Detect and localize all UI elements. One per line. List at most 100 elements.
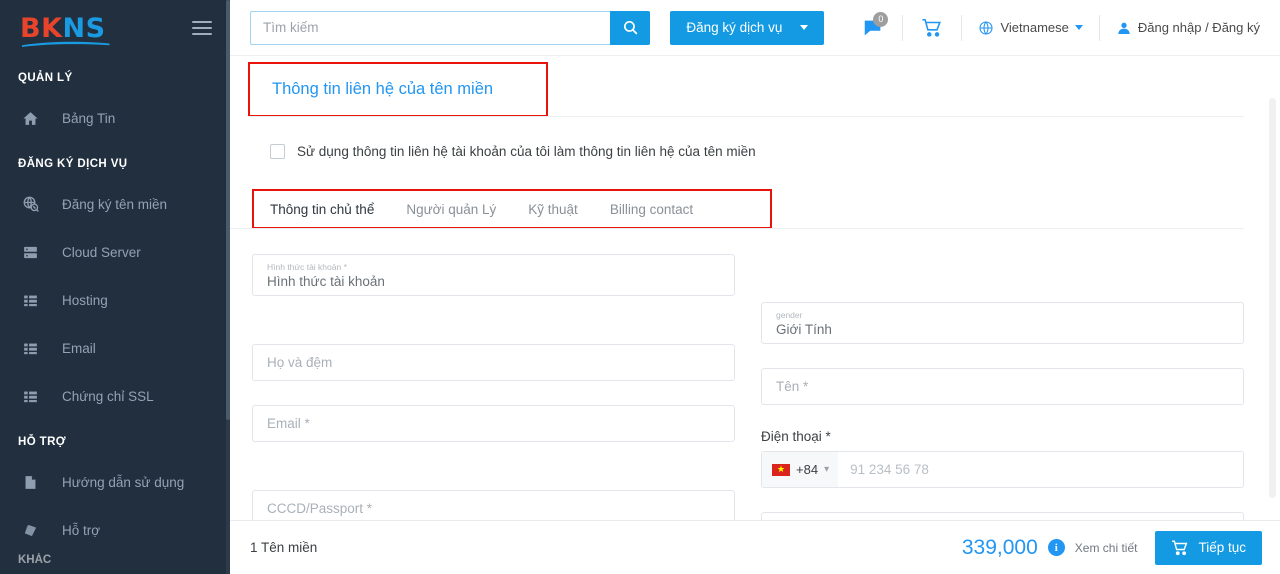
account-type-floating-label: Hình thức tài khoản * bbox=[267, 262, 347, 272]
domain-search-icon bbox=[22, 195, 48, 213]
gender-floating-label: gender bbox=[776, 310, 803, 320]
cart-icon bbox=[922, 18, 942, 37]
tab-thong-tin-chu-the[interactable]: Thông tin chủ thể bbox=[254, 202, 390, 217]
sidebar-item-dang-ky-ten-mien[interactable]: Đăng ký tên miền bbox=[0, 180, 230, 228]
first-name-placeholder: Tên * bbox=[776, 379, 809, 394]
last-name-placeholder: Họ và đệm bbox=[267, 355, 333, 370]
divider bbox=[902, 14, 904, 41]
id-number-placeholder: CCCD/Passport * bbox=[267, 501, 373, 516]
top-navigation-bar: Đăng ký dịch vụ 0 bbox=[230, 0, 1280, 56]
list-icon bbox=[22, 292, 48, 309]
id-number-field[interactable]: CCCD/Passport * bbox=[252, 490, 735, 520]
sidebar-section-ho-tro: HỖ TRỢ bbox=[18, 436, 66, 448]
sidebar-item-cloud-server[interactable]: Cloud Server bbox=[0, 228, 230, 276]
sidebar-item-huong-dan-su-dung[interactable]: Hướng dẫn sử dụng bbox=[0, 458, 230, 506]
gender-select[interactable]: gender Giới Tính bbox=[761, 302, 1244, 344]
globe-icon bbox=[979, 20, 993, 35]
server-icon bbox=[22, 244, 48, 261]
email-placeholder: Email * bbox=[267, 416, 310, 431]
total-price: 339,000 bbox=[961, 535, 1038, 559]
gender-value: Giới Tính bbox=[776, 322, 832, 337]
register-service-button[interactable]: Đăng ký dịch vụ bbox=[670, 10, 825, 45]
notifications-button[interactable]: 0 bbox=[846, 8, 900, 48]
content-scrollbar[interactable] bbox=[1269, 56, 1276, 520]
sidebar-item-hosting[interactable]: Hosting bbox=[0, 276, 230, 324]
tab-nguoi-quan-ly[interactable]: Người quản Lý bbox=[390, 202, 512, 217]
content-scrollbar-thumb[interactable] bbox=[1269, 98, 1276, 498]
home-icon bbox=[22, 110, 48, 127]
phone-label: Điện thoại * bbox=[761, 429, 831, 444]
continue-label: Tiếp tục bbox=[1198, 540, 1246, 555]
last-name-field[interactable]: Họ và đệm bbox=[252, 344, 735, 381]
search-button[interactable] bbox=[610, 10, 650, 45]
country-code-selector[interactable]: ★ +84 ▾ bbox=[762, 452, 839, 487]
cart-button[interactable] bbox=[905, 8, 959, 48]
chevron-down-icon: ▾ bbox=[824, 464, 830, 475]
first-name-field[interactable]: Tên * bbox=[761, 368, 1244, 405]
logo-swoosh-icon bbox=[22, 41, 110, 47]
main-area: Đăng ký dịch vụ 0 bbox=[230, 0, 1280, 574]
use-account-info-row[interactable]: Sử dụng thông tin liên hệ tài khoản của … bbox=[270, 144, 1262, 159]
search-box bbox=[250, 10, 650, 45]
chevron-down-icon bbox=[1074, 25, 1083, 30]
phone-input[interactable] bbox=[838, 462, 1243, 477]
language-selector[interactable]: Vietnamese bbox=[964, 8, 1096, 48]
sidebar-toggle-button[interactable] bbox=[192, 21, 212, 35]
account-type-select[interactable]: Hình thức tài khoản * Hình thức tài khoả… bbox=[252, 254, 735, 296]
continue-button[interactable]: Tiếp tục bbox=[1155, 530, 1262, 565]
tab-billing-contact[interactable]: Billing contact bbox=[594, 202, 709, 217]
list-icon bbox=[22, 340, 48, 357]
document-icon bbox=[22, 474, 48, 491]
search-input[interactable] bbox=[250, 10, 610, 45]
sidebar-item-bang-tin[interactable]: Bảng Tin bbox=[0, 94, 230, 142]
divider bbox=[1098, 14, 1100, 41]
search-icon bbox=[623, 20, 637, 35]
tab-ky-thuat[interactable]: Kỹ thuật bbox=[512, 202, 594, 217]
support-icon bbox=[22, 522, 48, 539]
contact-form: Hình thức tài khoản * Hình thức tài khoả… bbox=[230, 230, 1262, 520]
phone-field[interactable]: ★ +84 ▾ bbox=[761, 451, 1244, 488]
contact-tabs-highlight: Thông tin chủ thể Người quản Lý Kỹ thuật… bbox=[252, 189, 772, 229]
vietnam-flag-icon: ★ bbox=[772, 463, 790, 476]
sidebar-item-label: Hosting bbox=[62, 292, 108, 308]
top-navigation-right: Đăng ký dịch vụ 0 Vietnamese Đăng nhập /… bbox=[670, 8, 1266, 48]
brand-logo[interactable]: BKNS bbox=[20, 15, 110, 47]
sidebar-item-email[interactable]: Email bbox=[0, 324, 230, 372]
sidebar-item-label: Chứng chỉ SSL bbox=[62, 388, 154, 404]
use-account-info-checkbox[interactable] bbox=[270, 144, 285, 159]
sidebar-section-quan-ly: QUẢN LÝ bbox=[18, 72, 73, 84]
sidebar-item-chung-chi-ssl[interactable]: Chứng chỉ SSL bbox=[0, 372, 230, 420]
form-column-right: gender Giới Tính Tên * Điện thoại * ★ +8… bbox=[761, 254, 1244, 520]
birthday-field[interactable]: Ngày sinh (ngày-tháng-năm) bbox=[761, 512, 1244, 520]
sidebar-item-label: Email bbox=[62, 340, 96, 356]
email-field[interactable]: Email * bbox=[252, 405, 735, 442]
view-detail-link[interactable]: Xem chi tiết bbox=[1075, 541, 1138, 555]
list-icon bbox=[22, 388, 48, 405]
panel-title-highlight: Thông tin liên hệ của tên miền bbox=[248, 62, 548, 117]
divider bbox=[248, 116, 1244, 117]
account-button[interactable]: Đăng nhập / Đăng ký bbox=[1102, 8, 1266, 48]
app-root: BKNS QUẢN LÝ Bảng Tin ĐĂNG KÝ DỊCH VỤ Đă… bbox=[0, 0, 1280, 574]
sidebar: BKNS QUẢN LÝ Bảng Tin ĐĂNG KÝ DỊCH VỤ Đă… bbox=[0, 0, 230, 574]
footer-actions: 339,000 i Xem chi tiết Tiếp tục bbox=[961, 530, 1262, 565]
page-title: Thông tin liên hệ của tên miền bbox=[272, 80, 494, 98]
user-icon bbox=[1118, 22, 1130, 34]
sidebar-item-label: Bảng Tin bbox=[62, 110, 116, 126]
footer-bar: 1 Tên miền 339,000 i Xem chi tiết Tiếp t… bbox=[230, 520, 1280, 574]
order-summary: 1 Tên miền bbox=[250, 540, 318, 555]
divider bbox=[961, 14, 963, 41]
country-code-value: +84 bbox=[796, 462, 819, 477]
sidebar-item-ho-tro[interactable]: Hỗ trợ bbox=[0, 506, 230, 554]
chevron-down-icon bbox=[800, 25, 809, 30]
sidebar-item-label: Hướng dẫn sử dụng bbox=[62, 474, 185, 490]
content-area: Thông tin liên hệ của tên miền Sử dụng t… bbox=[230, 56, 1280, 520]
divider bbox=[230, 228, 1244, 229]
sidebar-item-label: Cloud Server bbox=[62, 244, 141, 260]
info-icon[interactable]: i bbox=[1047, 539, 1065, 556]
